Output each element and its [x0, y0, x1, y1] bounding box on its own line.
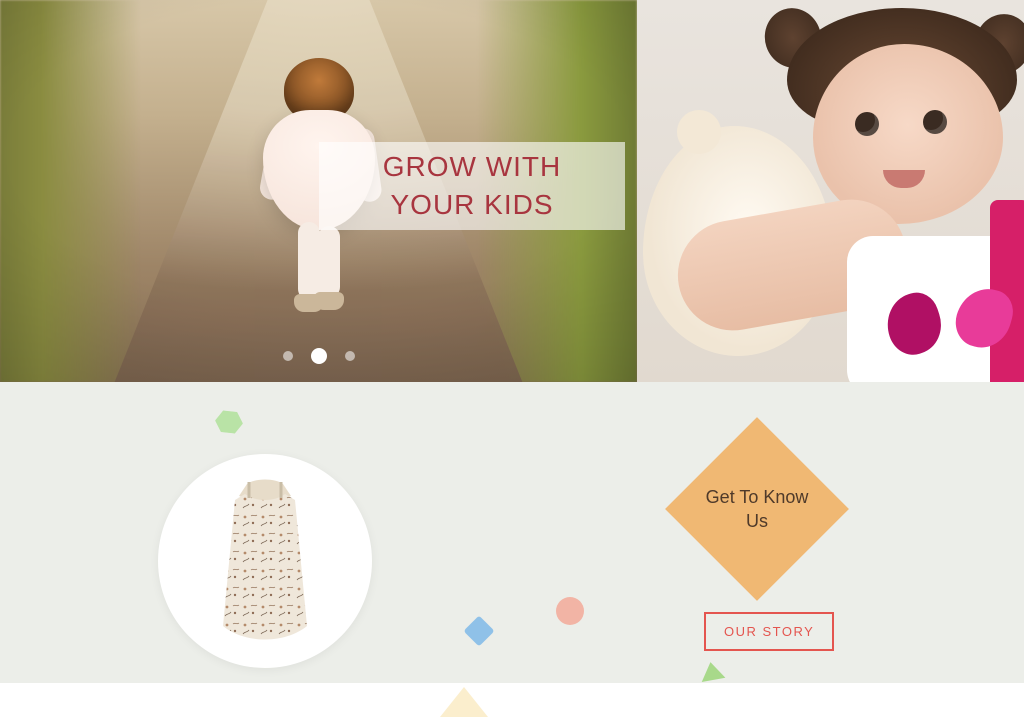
- hero-overlay-text: GROW WITH YOUR KIDS: [383, 148, 562, 224]
- carousel-dot-2[interactable]: [311, 348, 327, 364]
- hero-overlay: GROW WITH YOUR KIDS: [319, 142, 625, 230]
- about-section: Get To Know Us OUR STORY: [0, 382, 1024, 683]
- child-leg-right: [318, 226, 340, 298]
- decor-hexagon-icon: [214, 409, 244, 436]
- carousel-dot-1[interactable]: [283, 351, 293, 361]
- dress-icon: [205, 476, 325, 646]
- child-shoe-right: [314, 292, 344, 310]
- decor-triangle-yellow-icon: [440, 687, 488, 717]
- about-diamond-line1: Get To Know: [706, 487, 809, 507]
- product-image-circle: [158, 454, 372, 668]
- hero-side-image: [637, 0, 1024, 382]
- about-diamond-text: Get To Know Us: [706, 485, 809, 534]
- hero-overlay-line1: GROW WITH: [383, 151, 562, 182]
- carousel-dots: [283, 348, 355, 364]
- toddler-eye-left: [855, 112, 879, 136]
- about-diamond: Get To Know Us: [665, 417, 849, 601]
- decor-diamond-icon: [463, 615, 494, 646]
- hero-slide-image: GROW WITH YOUR KIDS: [0, 0, 637, 382]
- plush-ear: [677, 110, 721, 154]
- butterfly-wing-left: [879, 287, 949, 361]
- decor-triangle-green-icon: [699, 660, 726, 682]
- about-diamond-line2: Us: [746, 511, 768, 531]
- child-leg-left: [298, 222, 320, 300]
- hero-row: GROW WITH YOUR KIDS: [0, 0, 1024, 382]
- toddler-eye-right: [923, 110, 947, 134]
- butterfly-icon: [887, 288, 1007, 366]
- decor-circle-icon: [556, 597, 584, 625]
- hero-overlay-line2: YOUR KIDS: [390, 189, 553, 220]
- our-story-button[interactable]: OUR STORY: [704, 612, 834, 651]
- carousel-dot-3[interactable]: [345, 351, 355, 361]
